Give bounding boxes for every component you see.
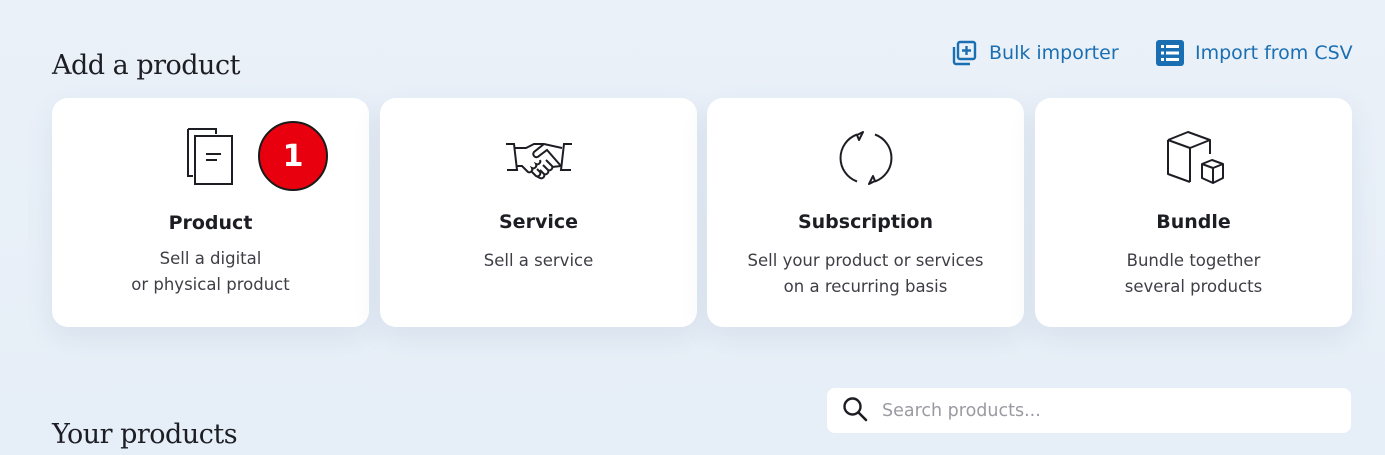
search-input[interactable]	[880, 399, 1324, 422]
card-title: Subscription	[797, 211, 934, 233]
card-description: Bundle together several products	[1055, 248, 1332, 300]
card-title: Product	[168, 212, 253, 234]
documents-icon	[175, 126, 247, 190]
card-description-line: several products	[1124, 277, 1263, 296]
bundle-card[interactable]: Bundle Bundle together several products	[1035, 98, 1352, 327]
product-card[interactable]: 1 Product Sell a digital or physical pro…	[52, 98, 369, 327]
bulk-importer-link[interactable]: Bulk importer	[951, 38, 1119, 68]
card-description: Sell a digital or physical product	[72, 246, 349, 298]
subscription-card[interactable]: Subscription Sell your product or servic…	[707, 98, 1024, 327]
search-box[interactable]	[827, 388, 1351, 433]
card-description-line: Sell your product or services	[747, 251, 984, 270]
card-description-line: on a recurring basis	[783, 277, 948, 296]
page: Add a product Bulk importer Import from …	[0, 0, 1385, 455]
your-products-title: Your products	[52, 419, 238, 451]
product-type-cards: 1 Product Sell a digital or physical pro…	[52, 98, 1352, 327]
recurring-cycle-icon	[830, 126, 902, 190]
csv-list-icon	[1155, 39, 1185, 67]
card-title: Bundle	[1156, 211, 1231, 233]
step-badge: 1	[258, 121, 328, 191]
search-icon	[842, 396, 868, 426]
card-title: Service	[499, 211, 578, 233]
card-description-line: Sell a service	[483, 251, 594, 270]
card-description: Sell a service	[400, 248, 677, 274]
bulk-import-icon	[951, 39, 979, 67]
boxes-icon	[1158, 126, 1230, 190]
bulk-importer-label: Bulk importer	[989, 42, 1119, 64]
card-description-line: or physical product	[131, 275, 290, 294]
handshake-icon	[503, 126, 575, 190]
card-description: Sell your product or services on a recur…	[727, 248, 1004, 300]
service-card[interactable]: Service Sell a service	[380, 98, 697, 327]
import-csv-label: Import from CSV	[1195, 42, 1353, 64]
import-csv-link[interactable]: Import from CSV	[1155, 38, 1353, 68]
card-description-line: Bundle together	[1126, 251, 1261, 270]
add-product-title: Add a product	[52, 50, 240, 82]
card-description-line: Sell a digital	[159, 249, 262, 268]
